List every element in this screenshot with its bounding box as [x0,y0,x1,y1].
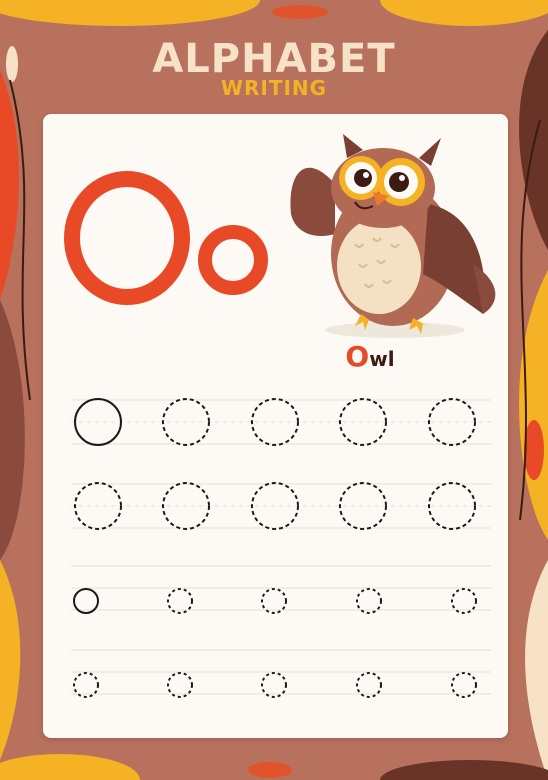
uppercase-letter-glyph [64,171,190,305]
owl-icon [290,134,496,338]
tracing-letter[interactable] [428,482,476,530]
lowercase-letter-glyph [198,225,268,295]
worksheet-subtitle: WRITING [220,76,328,100]
picture-caption: Owl [330,340,410,373]
sheet-drawing [64,134,496,698]
caption-rest: wl [369,347,395,371]
tracing-letter[interactable] [428,398,476,446]
worksheet-sheet [43,114,508,738]
letter-display [64,171,268,305]
caption-first-letter: O [345,340,370,373]
